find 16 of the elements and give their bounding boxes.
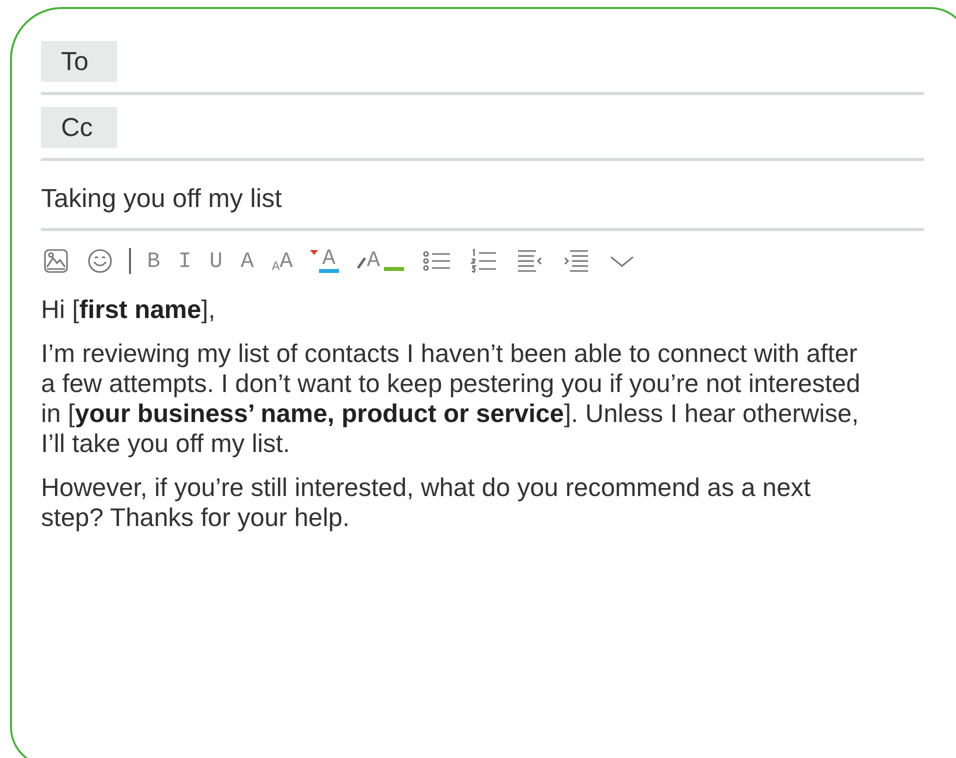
smiley-icon[interactable] — [85, 248, 115, 274]
highlight-button[interactable]: A — [354, 251, 406, 271]
format-button[interactable]: A — [238, 248, 256, 274]
font-color-button[interactable]: A — [308, 249, 341, 273]
format-button[interactable]: I — [176, 248, 194, 274]
font-size-button[interactable]: AA — [270, 248, 295, 274]
image-icon[interactable] — [41, 248, 71, 274]
subject-field[interactable]: Taking you off my list — [41, 173, 282, 218]
recipient-label: Cc — [41, 107, 117, 148]
body-paragraph: However, if you’re still interested, what do you recommend as a next step? Thanks for your help. — [41, 473, 812, 533]
recipient-label: To — [41, 41, 117, 82]
format-button[interactable]: U — [207, 248, 225, 274]
body-paragraph: I’m reviewing my list of contacts I haven’t been able to connect with after a few attempts. I don’t want to keep pestering you if you’re not interested in [your business’ name, product or service]. Unless I hear otherwise, I’ll take you off my list. — [41, 339, 862, 459]
pen-icon — [356, 255, 367, 269]
greeting-text: Hi [first name], — [41, 295, 216, 325]
format-button[interactable]: B — [145, 248, 162, 274]
